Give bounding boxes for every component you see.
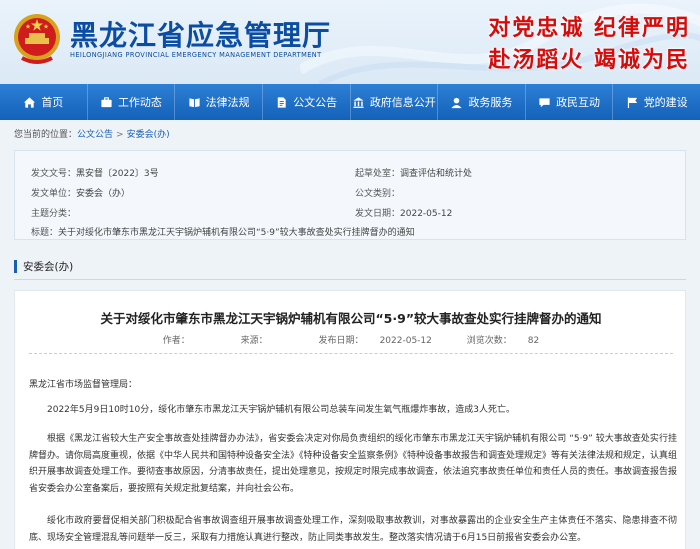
section-marker xyxy=(14,259,17,273)
meta-views: 浏览次数： 82 xyxy=(459,336,547,346)
site-subtitle: HEILONGJIANG PROVINCIAL EMERGENCY MANAGE… xyxy=(70,51,322,59)
article-paragraph-1: 2022年5月9日10时10分，绥化市肇东市黑龙江天宇锅炉辅机有限公司总装车间发… xyxy=(47,405,515,415)
flag-icon xyxy=(627,96,637,108)
nav-item-work-news[interactable]: 工作动态 xyxy=(88,84,176,120)
article-title: 关于对绥化市肇东市黑龙江天宇锅炉辅机有限公司“5·9”较大事故查处实行挂牌督办的… xyxy=(100,311,602,326)
article-addressee: 黑龙江省市场监督管理局： xyxy=(29,380,138,390)
info-label: 起草处室： xyxy=(355,169,401,179)
info-drafting-office: 起草处室：调查评估和统计处 xyxy=(355,166,472,179)
info-value: 关于对绥化市肇东市黑龙江天宇锅炉辅机有限公司“5·9”较大事故查处实行挂牌督办的… xyxy=(58,228,415,238)
slogan-line-1: 对党忠诚 纪律严明 xyxy=(488,16,690,41)
info-label: 发文文号： xyxy=(31,169,77,179)
breadcrumb-link-safety-committee[interactable]: 安委会(办) xyxy=(127,130,170,140)
meta-date: 发布日期： 2022-05-12 xyxy=(311,336,440,346)
info-value: 黑安督〔2022〕3号 xyxy=(76,169,159,179)
info-value: 调查评估和统计处 xyxy=(400,169,473,179)
nav-label: 政府信息公开 xyxy=(369,96,436,109)
breadcrumb-separator: > xyxy=(116,130,124,140)
nav-item-gov-info[interactable]: 政府信息公开 xyxy=(351,84,439,120)
book-icon xyxy=(188,97,200,107)
info-value: 安委会（办） xyxy=(76,189,131,199)
info-doc-number: 发文文号：黑安督〔2022〕3号 xyxy=(31,166,159,179)
info-title: 标题：关于对绥化市肇东市黑龙江天宇锅炉辅机有限公司“5·9”较大事故查处实行挂牌… xyxy=(31,225,415,238)
nav-label: 公文公告 xyxy=(293,96,338,109)
info-topic: 主题分类： xyxy=(31,206,76,219)
nav-label: 党的建设 xyxy=(643,96,688,109)
meta-divider xyxy=(29,353,673,354)
document-info-table: 发文文号：黑安督〔2022〕3号 起草处室：调查评估和统计处 发文单位：安委会（… xyxy=(14,150,686,240)
meta-label: 浏览次数： xyxy=(466,336,512,346)
home-icon xyxy=(24,96,36,108)
nav-label: 工作动态 xyxy=(117,96,162,109)
site-header: 黑龙江省应急管理厅 HEILONGJIANG PROVINCIAL EMERGE… xyxy=(0,0,700,84)
main-nav: 首页 工作动态 法律法规 公文公告 政府信息公开 政务服务 政民互动 党的建设 xyxy=(0,84,700,120)
meta-value: 2022-05-12 xyxy=(379,336,432,346)
info-label: 标题： xyxy=(31,228,59,238)
article-meta: 作者： 来源： 发布日期： 2022-05-12 浏览次数： 82 xyxy=(15,333,687,346)
meta-source: 来源： xyxy=(233,336,292,346)
info-label: 公文类别： xyxy=(355,189,401,199)
article-panel: 关于对绥化市肇东市黑龙江天宇锅炉辅机有限公司“5·9”较大事故查处实行挂牌督办的… xyxy=(14,290,686,549)
nav-label: 政务服务 xyxy=(468,96,513,109)
article-paragraph-3: 绥化市政府要督促相关部门积极配合省事故调查组开展事故调查处理工作，深刻吸取事故教… xyxy=(29,516,677,543)
section-heading: 安委会(办) xyxy=(14,258,73,274)
briefcase-icon xyxy=(101,96,112,107)
nav-item-laws[interactable]: 法律法规 xyxy=(175,84,263,120)
nav-item-announcements[interactable]: 公文公告 xyxy=(263,84,351,120)
info-label: 主题分类： xyxy=(31,209,77,219)
meta-value: 82 xyxy=(527,336,540,346)
slogan-line-2: 赴汤蹈火 竭诚为民 xyxy=(488,48,690,73)
info-label: 发文单位： xyxy=(31,189,77,199)
section-label: 安委会(办) xyxy=(23,260,74,273)
meta-label: 来源： xyxy=(240,336,268,346)
meta-label: 作者： xyxy=(162,336,190,346)
document-icon xyxy=(277,96,286,108)
info-label: 发文日期： xyxy=(355,209,401,219)
site-title: 黑龙江省应急管理厅 xyxy=(70,19,332,52)
info-issue-date: 发文日期：2022-05-12 xyxy=(355,206,452,219)
meta-label: 发布日期： xyxy=(318,336,364,346)
info-category: 公文类别： xyxy=(355,186,400,199)
breadcrumb-prefix: 您当前的位置： xyxy=(14,130,78,140)
building-icon xyxy=(353,96,364,108)
national-emblem-icon xyxy=(14,14,60,64)
article-paragraph-2: 根据《黑龙江省较大生产安全事故查处挂牌督办办法》，省安委会决定对你局负责组织的绥… xyxy=(29,434,678,494)
nav-label: 首页 xyxy=(41,96,64,109)
info-value: 2022-05-12 xyxy=(400,209,453,219)
nav-item-party[interactable]: 党的建设 xyxy=(613,84,700,120)
service-icon xyxy=(451,97,463,108)
info-issuer: 发文单位：安委会（办） xyxy=(31,186,130,199)
nav-item-services[interactable]: 政务服务 xyxy=(438,84,526,120)
breadcrumb-link-announcements[interactable]: 公文公告 xyxy=(77,130,113,140)
nav-item-interaction[interactable]: 政民互动 xyxy=(526,84,614,120)
chat-icon xyxy=(539,97,550,107)
section-divider xyxy=(14,279,686,280)
nav-label: 政民互动 xyxy=(556,96,601,109)
nav-item-home[interactable]: 首页 xyxy=(0,84,88,120)
breadcrumb: 您当前的位置：公文公告 > 安委会(办) xyxy=(14,127,170,140)
meta-author: 作者： xyxy=(155,336,214,346)
nav-label: 法律法规 xyxy=(205,96,250,109)
